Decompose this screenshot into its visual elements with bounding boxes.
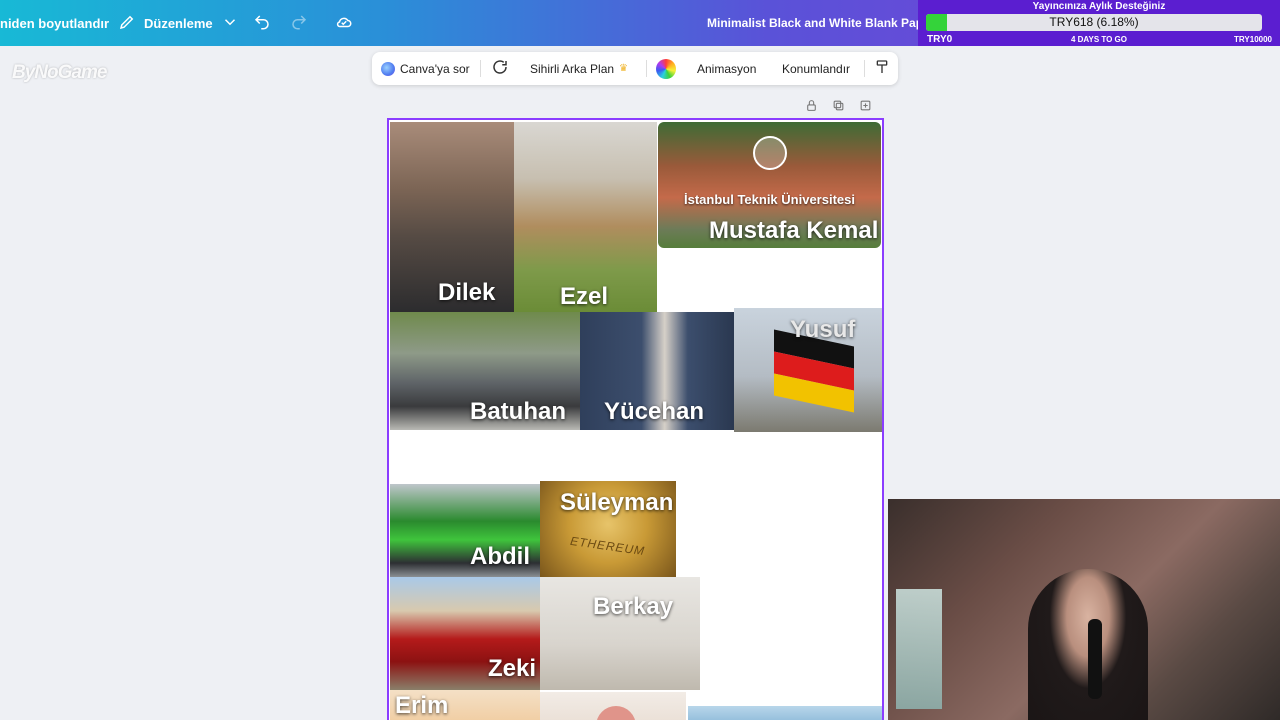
photo-tile-suleyman[interactable]: ETHEREUM Süleyman: [540, 481, 676, 577]
design-title[interactable]: Minimalist Black and White Blank Paper D: [707, 0, 946, 46]
animation-label: Animasyon: [697, 61, 757, 76]
edit-menu-label: Düzenleme: [144, 15, 213, 31]
donation-amount: TRY618 (6.18%): [1049, 15, 1139, 29]
paint-roller-icon: [874, 59, 890, 78]
donation-goal-overlay: Yayıncınıza Aylık Desteğiniz TRY618 (6.1…: [918, 0, 1280, 46]
tile-label-suleyman: Süleyman: [560, 489, 674, 516]
position-button[interactable]: Konumlandır: [782, 52, 850, 85]
color-picker-button[interactable]: [656, 52, 676, 85]
resize-button[interactable]: niden boyutlandır: [0, 0, 109, 46]
tile-label-zeki: Zeki: [488, 655, 537, 682]
photo-tile-erim[interactable]: Erim: [390, 690, 540, 720]
pencil-icon: [118, 13, 136, 34]
webcam-background-shelf: [896, 589, 942, 709]
toolbar-divider: [646, 60, 647, 77]
refresh-button[interactable]: [491, 52, 509, 85]
photo-tile-zeki[interactable]: Zeki: [390, 577, 540, 690]
tile-label-erim: Erim: [395, 692, 449, 719]
ask-canva-label: Canva'ya sor: [400, 61, 470, 76]
position-label: Konumlandır: [782, 61, 851, 76]
tile-label-dilek: Dilek: [438, 279, 496, 306]
tile-label-ezel: Ezel: [560, 283, 609, 310]
cloud-check-icon: [335, 13, 353, 34]
donation-progress-bar: TRY618 (6.18%): [926, 14, 1262, 31]
design-page[interactable]: Dilek Ezel İstanbul Teknik Üniversitesi …: [387, 118, 884, 720]
magic-background-button[interactable]: Sihirli Arka Plan ♛: [530, 52, 628, 85]
magic-background-label: Sihirli Arka Plan: [530, 61, 615, 76]
canva-ai-icon: [381, 61, 395, 76]
edit-menu-button[interactable]: Düzenleme: [118, 0, 239, 46]
channel-watermark: ByNoGame: [12, 62, 107, 83]
page-actions: [805, 99, 872, 115]
redo-button[interactable]: [286, 0, 312, 46]
photo-tile-abdil[interactable]: Abdil: [390, 484, 540, 577]
photo-tile-ezel[interactable]: Ezel: [514, 122, 657, 312]
streamer-webcam: [888, 499, 1280, 720]
donation-max-label: TRY10000: [1234, 35, 1272, 44]
donation-title: Yayıncınıza Aylık Desteğiniz: [1032, 1, 1166, 12]
tile-label-abdil: Abdil: [470, 543, 530, 570]
photo-tile-dilek[interactable]: Dilek: [390, 122, 514, 312]
tile-label-yucehan: Yücehan: [604, 398, 705, 425]
tile-label-yusuf: Yusuf: [790, 316, 856, 343]
resize-label: niden boyutlandır: [0, 15, 110, 31]
photo-tile-yusuf[interactable]: Yusuf: [734, 308, 882, 432]
tile-label-mustafa-kemal: Mustafa Kemal: [709, 217, 879, 244]
color-wheel-icon: [656, 58, 676, 79]
toolbar-divider: [480, 60, 481, 77]
redo-icon: [290, 13, 308, 34]
university-seal-icon: [753, 136, 787, 170]
ask-canva-button[interactable]: Canva'ya sor: [381, 52, 470, 85]
undo-icon: [253, 13, 271, 34]
photo-tile-batuhan[interactable]: Batuhan: [390, 312, 580, 430]
copy-style-button[interactable]: [874, 52, 890, 85]
photo-tile-mustafa-kemal[interactable]: İstanbul Teknik Üniversitesi Mustafa Kem…: [658, 122, 881, 248]
photo-tile-berkay[interactable]: Berkay: [540, 577, 700, 690]
tile-ethereum-text: ETHEREUM: [569, 533, 646, 559]
microphone-icon: [1088, 619, 1102, 699]
donation-days-left: 4 DAYS TO GO: [1070, 35, 1128, 44]
lock-icon[interactable]: [805, 99, 818, 115]
toolbar-divider: [864, 60, 865, 77]
crown-icon: ♛: [619, 63, 629, 74]
tile-label-berkay: Berkay: [593, 593, 674, 620]
duplicate-icon[interactable]: [832, 99, 845, 115]
refresh-icon: [491, 58, 509, 79]
save-status-button[interactable]: [331, 0, 357, 46]
undo-button[interactable]: [249, 0, 275, 46]
chevron-down-icon: [221, 13, 239, 34]
photo-tile-yucehan[interactable]: Yücehan: [580, 312, 734, 430]
context-toolbar: Canva'ya sor Sihirli Arka Plan ♛ Animasy…: [372, 52, 898, 85]
tile-university-caption: İstanbul Teknik Üniversitesi: [684, 192, 855, 207]
tile-label-batuhan: Batuhan: [470, 398, 566, 425]
photo-tile[interactable]: [540, 692, 686, 720]
animation-button[interactable]: Animasyon: [697, 52, 756, 85]
add-page-icon[interactable]: [859, 99, 872, 115]
photo-tile[interactable]: [688, 706, 882, 720]
